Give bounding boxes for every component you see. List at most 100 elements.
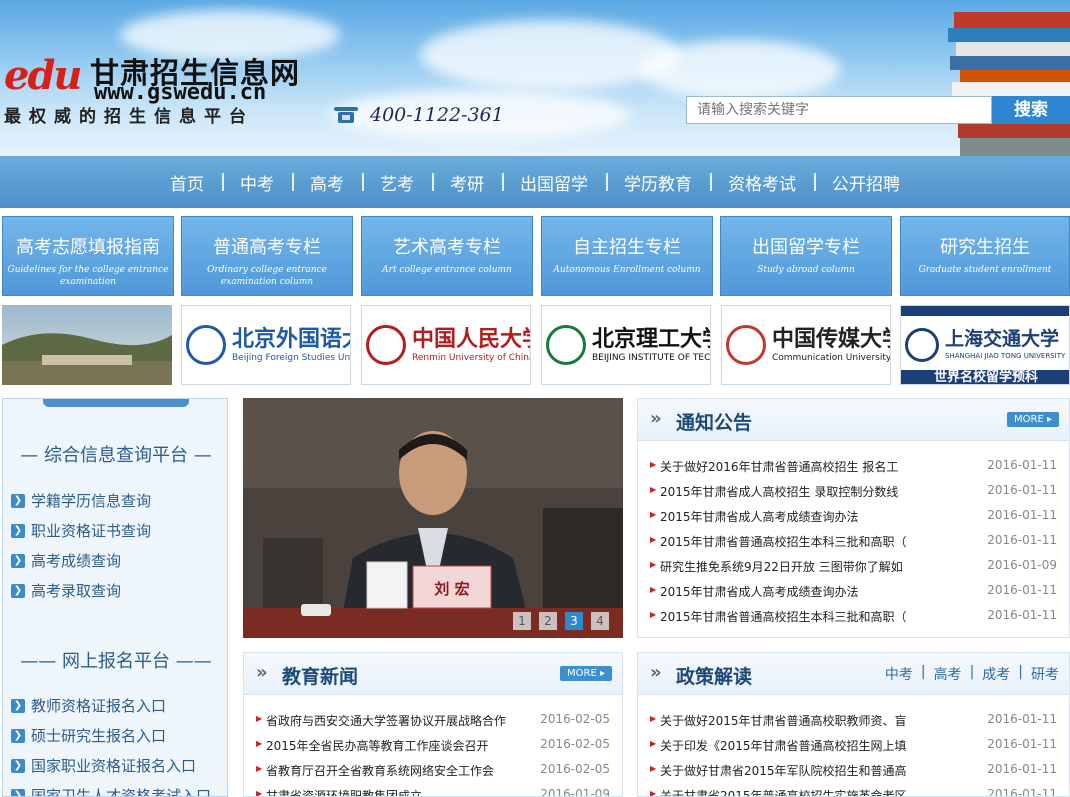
- nav-item-zhongkao[interactable]: 中考: [222, 170, 292, 195]
- sidebar-link-student-record[interactable]: ❯ 学籍学历信息查询: [11, 490, 151, 511]
- slide-dot-1[interactable]: 1: [513, 612, 531, 630]
- bullet-icon: ▶: [650, 460, 657, 469]
- university-banner-cuc[interactable]: 中国传媒大学 Communication University of China: [721, 305, 891, 385]
- list-item[interactable]: ▶ 省教育厅召开全省教育系统网络安全工作会 2016-02-05: [244, 758, 622, 783]
- bullet-icon: ▶: [256, 764, 263, 773]
- sidebar-link-vocational-cert[interactable]: ❯ 国家职业资格证报名入口: [11, 755, 196, 776]
- sidebar-link-label: 高考成绩查询: [31, 552, 122, 570]
- sidebar-link-teacher-cert[interactable]: ❯ 教师资格证报名入口: [11, 695, 166, 716]
- tab-chengkao[interactable]: 成考: [982, 664, 1010, 684]
- nav-item-home[interactable]: 首页: [152, 170, 222, 195]
- slide-dot-3[interactable]: 3: [565, 612, 583, 630]
- sidebar-link-health-talent[interactable]: ❯ 国家卫生人才资格考试入口: [11, 785, 211, 796]
- list-item[interactable]: ▶ 2015年甘肃省成人高校招生 录取控制分数线 2016-01-11: [638, 479, 1069, 504]
- list-item-date: 2016-01-11: [987, 608, 1057, 622]
- list-item[interactable]: ▶ 2015年甘肃省成人高考成绩查询办法 2016-01-11: [638, 504, 1069, 529]
- list-item-title[interactable]: 研究生推免系统9月22日开放 三图带你了解如: [660, 558, 940, 575]
- university-name-cn: 中国人民大学: [412, 325, 531, 352]
- nav-item-public-recruitment[interactable]: 公开招聘: [814, 170, 918, 195]
- nav-item-yikao[interactable]: 艺考: [362, 170, 432, 195]
- university-banner-campus[interactable]: [2, 305, 172, 385]
- cloud-decoration: [420, 20, 680, 90]
- nav-item-kaoyan[interactable]: 考研: [432, 170, 502, 195]
- arrow-right-icon: ❯: [11, 523, 25, 538]
- nav-item-qualification-exam[interactable]: 资格考试: [710, 170, 814, 195]
- column-art-gaokao[interactable]: 艺术高考专栏 Art college entrance column: [361, 216, 533, 296]
- list-item-title[interactable]: 2015年甘肃省普通高校招生本科三批和高职（: [660, 533, 940, 550]
- bullet-icon: ▶: [650, 535, 657, 544]
- news-slideshow[interactable]: 刘 宏 1 2 3 4: [243, 398, 623, 638]
- column-title: 艺术高考专栏: [393, 237, 501, 258]
- list-item-title[interactable]: 关于做好2015年甘肃省普通高校职教师资、盲: [660, 712, 940, 729]
- university-banner-ruc[interactable]: 中国人民大学 Renmin University of China: [361, 305, 531, 385]
- tab-gaokao[interactable]: 高考: [934, 664, 962, 684]
- list-item[interactable]: ▶ 关于做好2015年甘肃省普通高校职教师资、盲 2016-01-11: [638, 708, 1069, 733]
- sidebar-link-master-exam[interactable]: ❯ 硕士研究生报名入口: [11, 725, 166, 746]
- list-item[interactable]: ▶ 关于做好甘肃省2015年军队院校招生和普通高 2016-01-11: [638, 758, 1069, 783]
- list-item-title[interactable]: 省政府与西安交通大学签署协议开展战略合作: [266, 712, 526, 729]
- list-item-title[interactable]: 关于做好甘肃省2015年军队院校招生和普通高: [660, 762, 940, 779]
- column-title: 出国留学专栏: [752, 237, 860, 258]
- list-item[interactable]: ▶ 2015年甘肃省普通高校招生本科三批和高职（ 2016-01-11: [638, 529, 1069, 554]
- list-item[interactable]: ▶ 2015年甘肃省普通高校招生本科三批和高职（ 2016-01-11: [638, 604, 1069, 629]
- sidebar-link-gaokao-admission[interactable]: ❯ 高考录取查询: [11, 580, 121, 601]
- column-graduate-enrollment[interactable]: 研究生招生 Graduate student enrollment: [900, 216, 1070, 296]
- column-autonomous-enrollment[interactable]: 自主招生专栏 Autonomous Enrollment column: [541, 216, 713, 296]
- double-chevron-icon: »: [650, 662, 662, 683]
- list-item[interactable]: ▶ 关于做好2016年甘肃省普通高校招生 报名工 2016-01-11: [638, 454, 1069, 479]
- column-ordinary-gaokao[interactable]: 普通高考专栏 Ordinary college entrance examina…: [181, 216, 353, 296]
- tab-zhongkao[interactable]: 中考: [885, 664, 913, 684]
- list-item-date: 2016-01-11: [987, 533, 1057, 547]
- list-item-date: 2016-02-05: [540, 712, 610, 726]
- list-item-title[interactable]: 2015年甘肃省普通高校招生本科三批和高职（: [660, 608, 940, 625]
- column-subtitle: Autonomous Enrollment column: [553, 265, 701, 275]
- list-item-title[interactable]: 2015年甘肃省成人高考成绩查询办法: [660, 508, 940, 525]
- site-header: edu 甘肃招生信息网 www.gswedu.cn 最权威的招生信息平台 400…: [0, 0, 1070, 156]
- list-item-title[interactable]: 关于印发《2015年甘肃省普通高校招生网上填: [660, 737, 940, 754]
- university-banner-sjtu[interactable]: 上海交通大学 SHANGHAI JIAO TONG UNIVERSITY 世界名…: [900, 305, 1070, 385]
- list-item-title[interactable]: 2015年全省民办高等教育工作座谈会召开: [266, 737, 526, 754]
- column-gaokao-guide[interactable]: 高考志愿填报指南 Guidelines for the college entr…: [2, 216, 174, 296]
- list-item[interactable]: ▶ 甘肃省资源环境职教集团成立 2016-01-09: [244, 783, 622, 796]
- university-banner-bfsu[interactable]: 北京外国语大学 Beijing Foreign Studies Universi…: [181, 305, 351, 385]
- bullet-icon: ▶: [650, 560, 657, 569]
- list-item-title[interactable]: 省教育厅召开全省教育系统网络安全工作会: [266, 762, 526, 779]
- slide-pagination: 1 2 3 4: [513, 612, 609, 630]
- bullet-icon: ▶: [650, 610, 657, 619]
- nav-item-study-abroad[interactable]: 出国留学: [502, 170, 606, 195]
- list-item-title[interactable]: 甘肃省资源环境职教集团成立: [266, 787, 526, 796]
- nav-item-gaokao[interactable]: 高考: [292, 170, 362, 195]
- tab-separator: |: [1018, 664, 1023, 680]
- nav-item-degree-education[interactable]: 学历教育: [606, 170, 710, 195]
- bullet-icon: ▶: [650, 714, 657, 723]
- list-item[interactable]: ▶ 省政府与西安交通大学签署协议开展战略合作 2016-02-05: [244, 708, 622, 733]
- list-item[interactable]: ▶ 2015年甘肃省成人高考成绩查询办法 2016-01-11: [638, 579, 1069, 604]
- slide-dot-2[interactable]: 2: [539, 612, 557, 630]
- column-study-abroad[interactable]: 出国留学专栏 Study abroad column: [720, 216, 892, 296]
- list-item[interactable]: ▶ 关于甘肃省2015年普通高校招生实施革命老区 2016-01-11: [638, 783, 1069, 796]
- sidebar-link-label: 学籍学历信息查询: [31, 492, 152, 510]
- list-item[interactable]: ▶ 关于印发《2015年甘肃省普通高校招生网上填 2016-01-11: [638, 733, 1069, 758]
- sidebar-link-gaokao-score[interactable]: ❯ 高考成绩查询: [11, 550, 121, 571]
- list-item[interactable]: ▶ 研究生推免系统9月22日开放 三图带你了解如 2016-01-09: [638, 554, 1069, 579]
- search-button[interactable]: 搜索: [992, 96, 1070, 124]
- arrow-right-icon: ❯: [11, 788, 25, 796]
- list-item-title[interactable]: 关于甘肃省2015年普通高校招生实施革命老区: [660, 787, 940, 796]
- more-button[interactable]: MORE ▸: [560, 666, 612, 681]
- search-input[interactable]: [686, 96, 992, 124]
- sidebar-link-certificate[interactable]: ❯ 职业资格证书查询: [11, 520, 151, 541]
- more-button[interactable]: MORE ▸: [1007, 412, 1059, 427]
- study-abroad-prep-banner: 世界名校留学预科: [901, 370, 1069, 384]
- site-logo[interactable]: edu 甘肃招生信息网 www.gswedu.cn 最权威的招生信息平台: [4, 46, 304, 127]
- university-banner-bit[interactable]: 北京理工大学 BEIJING INSTITUTE OF TECHNOLOGY: [541, 305, 711, 385]
- list-item-title[interactable]: 2015年甘肃省成人高校招生 录取控制分数线: [660, 483, 940, 500]
- bullet-icon: ▶: [650, 585, 657, 594]
- cloud-decoration: [640, 40, 840, 100]
- panel-title: 通知公告: [676, 412, 753, 434]
- tab-yankao[interactable]: 研考: [1031, 664, 1059, 684]
- slide-dot-4[interactable]: 4: [591, 612, 609, 630]
- list-item-title[interactable]: 关于做好2016年甘肃省普通高校招生 报名工: [660, 458, 940, 475]
- list-item-title[interactable]: 2015年甘肃省成人高考成绩查询办法: [660, 583, 940, 600]
- list-item[interactable]: ▶ 2015年全省民办高等教育工作座谈会召开 2016-02-05: [244, 733, 622, 758]
- university-name-cn: 中国传媒大学: [772, 325, 891, 352]
